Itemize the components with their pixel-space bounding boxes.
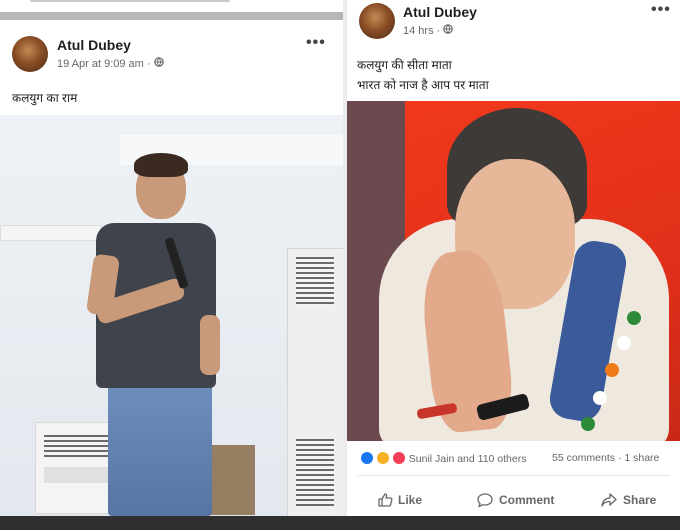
share-label: Share bbox=[623, 493, 657, 507]
post-meta: 14 hrs · bbox=[403, 24, 454, 37]
post-timestamp[interactable]: 19 Apr at 9:09 am bbox=[57, 58, 144, 70]
globe-icon bbox=[443, 24, 454, 37]
wooden-chair bbox=[210, 445, 255, 515]
standing-ac bbox=[287, 248, 343, 516]
globe-icon bbox=[153, 57, 164, 70]
like-icon bbox=[378, 493, 393, 507]
love-reaction-icon bbox=[392, 452, 405, 464]
author-avatar[interactable] bbox=[359, 3, 395, 39]
bottom-edge bbox=[0, 516, 680, 530]
reactions-names: Sunil Jain and 110 others bbox=[408, 453, 527, 465]
like-button[interactable]: Like bbox=[377, 492, 422, 508]
haha-reaction-icon bbox=[376, 452, 389, 464]
like-label: Like bbox=[398, 493, 423, 507]
left-post-card: Atul Dubey 19 Apr at 9:09 am · ••• कलयुग… bbox=[0, 0, 343, 522]
post-photo[interactable] bbox=[0, 115, 343, 516]
dot-separator: · bbox=[146, 58, 154, 70]
comments-count[interactable]: 55 comments bbox=[552, 452, 615, 464]
post-timestamp[interactable]: 14 hrs bbox=[403, 25, 434, 37]
post-meta: 19 Apr at 9:09 am · bbox=[57, 57, 164, 70]
post-photo[interactable] bbox=[347, 101, 680, 441]
author-avatar[interactable] bbox=[12, 36, 48, 72]
comment-icon bbox=[477, 493, 493, 508]
like-reaction-icon bbox=[361, 452, 373, 464]
cut-off-header bbox=[0, 0, 343, 10]
share-button[interactable]: Share bbox=[600, 492, 656, 508]
right-post-card: Atul Dubey 14 hrs · ••• कलयुग की सीता मा… bbox=[347, 0, 680, 522]
share-icon bbox=[601, 493, 617, 507]
more-icon[interactable]: ••• bbox=[651, 1, 671, 19]
post-text: कलयुग का राम bbox=[12, 91, 78, 105]
comment-button[interactable]: Comment bbox=[476, 492, 554, 508]
shares-count[interactable]: 1 share bbox=[624, 452, 659, 464]
separator-bar bbox=[0, 12, 343, 20]
wall-ac-unit bbox=[0, 225, 102, 241]
more-icon[interactable]: ••• bbox=[306, 34, 326, 52]
author-name[interactable]: Atul Dubey bbox=[403, 4, 477, 20]
comment-label: Comment bbox=[499, 493, 555, 507]
actions-divider bbox=[357, 475, 670, 476]
author-name[interactable]: Atul Dubey bbox=[57, 37, 131, 53]
person-jeans bbox=[108, 377, 212, 516]
post-text-line-1: कलयुग की सीता माता bbox=[357, 58, 452, 72]
post-text-line-2: भारत को नाज है आप पर माता bbox=[357, 78, 489, 92]
reactions-summary[interactable]: Sunil Jain and 110 others bbox=[361, 452, 527, 465]
engagement-counts: 55 comments · 1 share bbox=[552, 452, 659, 464]
